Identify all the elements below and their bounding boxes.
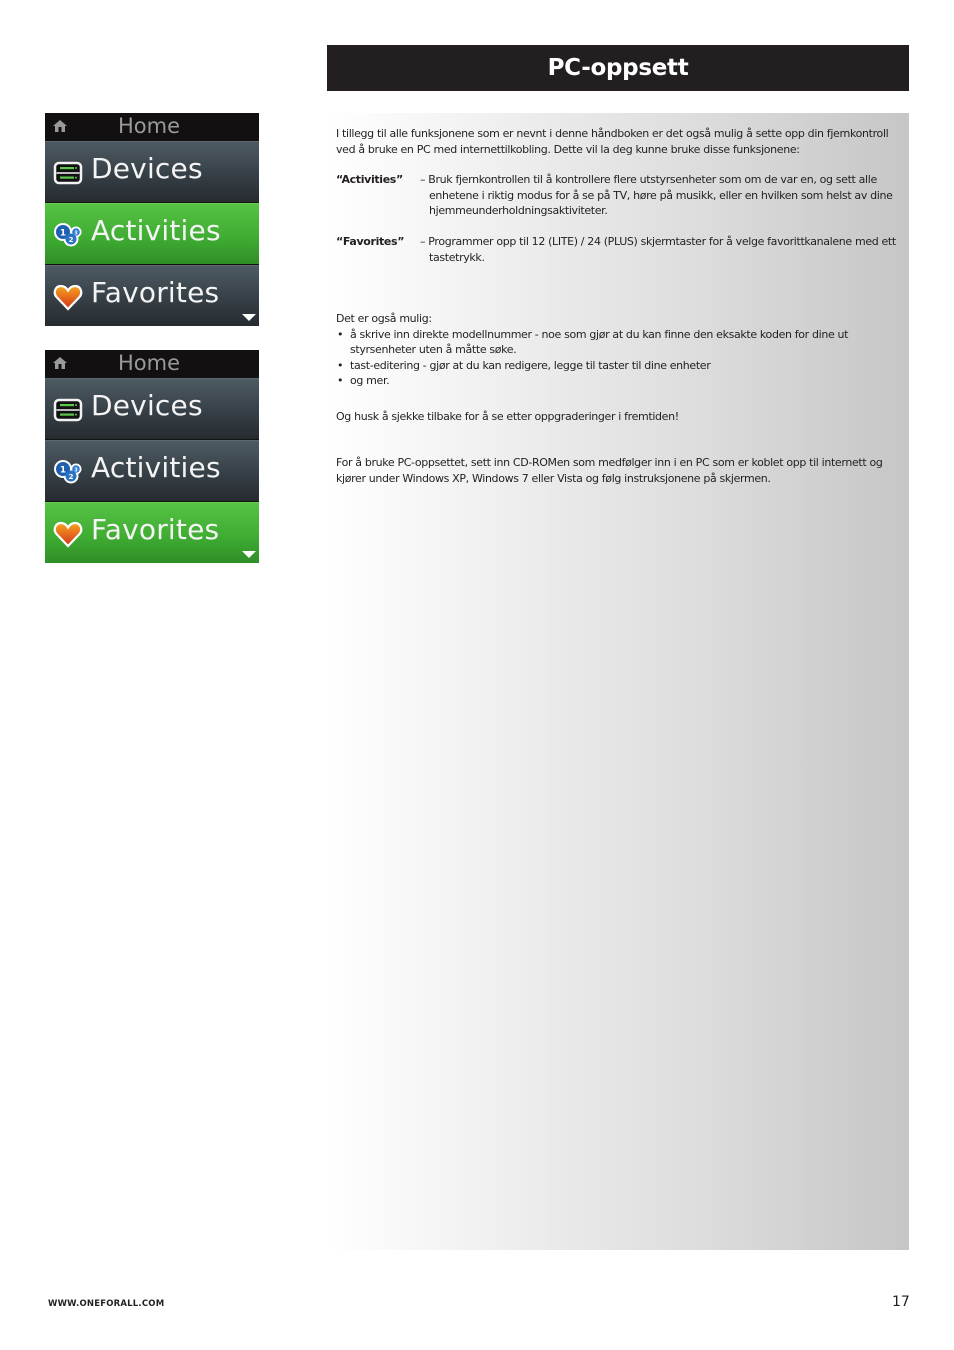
menu-item-label: Devices: [91, 389, 203, 422]
menu-item-favorites[interactable]: Favorites: [45, 265, 259, 326]
menu-item-activities[interactable]: 1 2 3 Activities: [45, 440, 259, 501]
devices-icon: [53, 161, 83, 185]
bullet-icon: •: [337, 327, 344, 341]
definition-term: “Favorites”: [336, 235, 405, 248]
list-item: • og mer.: [337, 374, 390, 387]
definition-description: – Programmer opp til 12 (LITE) / 24 (PLU…: [420, 235, 896, 264]
svg-text:1: 1: [60, 466, 66, 476]
menu-item-label: Activities: [91, 451, 221, 484]
menu-item-label: Devices: [91, 152, 203, 185]
favorites-icon: [53, 284, 83, 311]
list-item: • tast-editering - gjør at du kan rediger…: [337, 358, 711, 372]
screen-header: Home: [45, 113, 259, 141]
menu-item-label: Favorites: [91, 513, 220, 546]
feature-list: • å skrive inn direkte modellnummer - noe…: [336, 327, 902, 389]
bullet-icon: •: [337, 374, 344, 387]
remote-screen-favorites: Home Devices 1 2 3 Activities Favorites: [45, 350, 259, 563]
svg-text:1: 1: [60, 229, 66, 239]
favorites-icon: [53, 521, 83, 548]
svg-text:3: 3: [74, 467, 78, 473]
svg-text:2: 2: [69, 236, 74, 244]
definition-term: “Activities”: [336, 173, 403, 186]
also-possible-section: Det er også mulig: • å skrive inn direkte…: [336, 311, 902, 389]
menu-item-favorites[interactable]: Favorites: [45, 502, 259, 563]
menu-item-devices[interactable]: Devices: [45, 378, 259, 439]
svg-text:3: 3: [74, 230, 78, 236]
list-item: • å skrive inn direkte modellnummer - noe…: [337, 327, 849, 357]
footer-website-link[interactable]: WWW.ONEFORALL.COM: [48, 1299, 164, 1309]
intro-paragraph: I tillegg til alle funksjonene som er ne…: [336, 127, 889, 156]
reminder-paragraph: Og husk å sjekke tilbake for å se etter …: [336, 410, 679, 423]
devices-icon: [53, 398, 83, 422]
scroll-down-arrow-icon[interactable]: [242, 313, 256, 322]
content-panel: I tillegg til alle funksjonene som er ne…: [327, 113, 909, 1250]
svg-text:2: 2: [69, 473, 74, 481]
menu-item-label: Favorites: [91, 276, 220, 309]
remote-screen-activities: Home Devices 1 2 3 Activities Favorites: [45, 113, 259, 326]
screen-header-label: Home: [118, 351, 181, 375]
page-number: 17: [892, 1294, 910, 1310]
page-title-bar: PC-oppsett: [327, 45, 909, 91]
activities-icon: 1 2 3: [54, 223, 82, 247]
screen-header: Home: [45, 350, 259, 378]
also-possible-heading: Det er også mulig:: [336, 312, 432, 325]
home-icon: [53, 120, 67, 132]
bullet-icon: •: [337, 358, 344, 372]
menu-item-devices[interactable]: Devices: [45, 141, 259, 202]
instructions-paragraph: For å bruke PC-oppsettet, sett inn CD-RO…: [336, 456, 883, 485]
screen-header-label: Home: [118, 114, 181, 138]
activities-icon: 1 2 3: [54, 460, 82, 484]
definition-description: – Bruk fjernkontrollen til å kontrollere…: [420, 173, 893, 217]
scroll-down-arrow-icon[interactable]: [242, 550, 256, 559]
page-title: PC-oppsett: [547, 55, 689, 81]
home-icon: [53, 357, 67, 369]
menu-item-label: Activities: [91, 214, 221, 247]
menu-item-activities[interactable]: 1 2 3 Activities: [45, 203, 259, 264]
